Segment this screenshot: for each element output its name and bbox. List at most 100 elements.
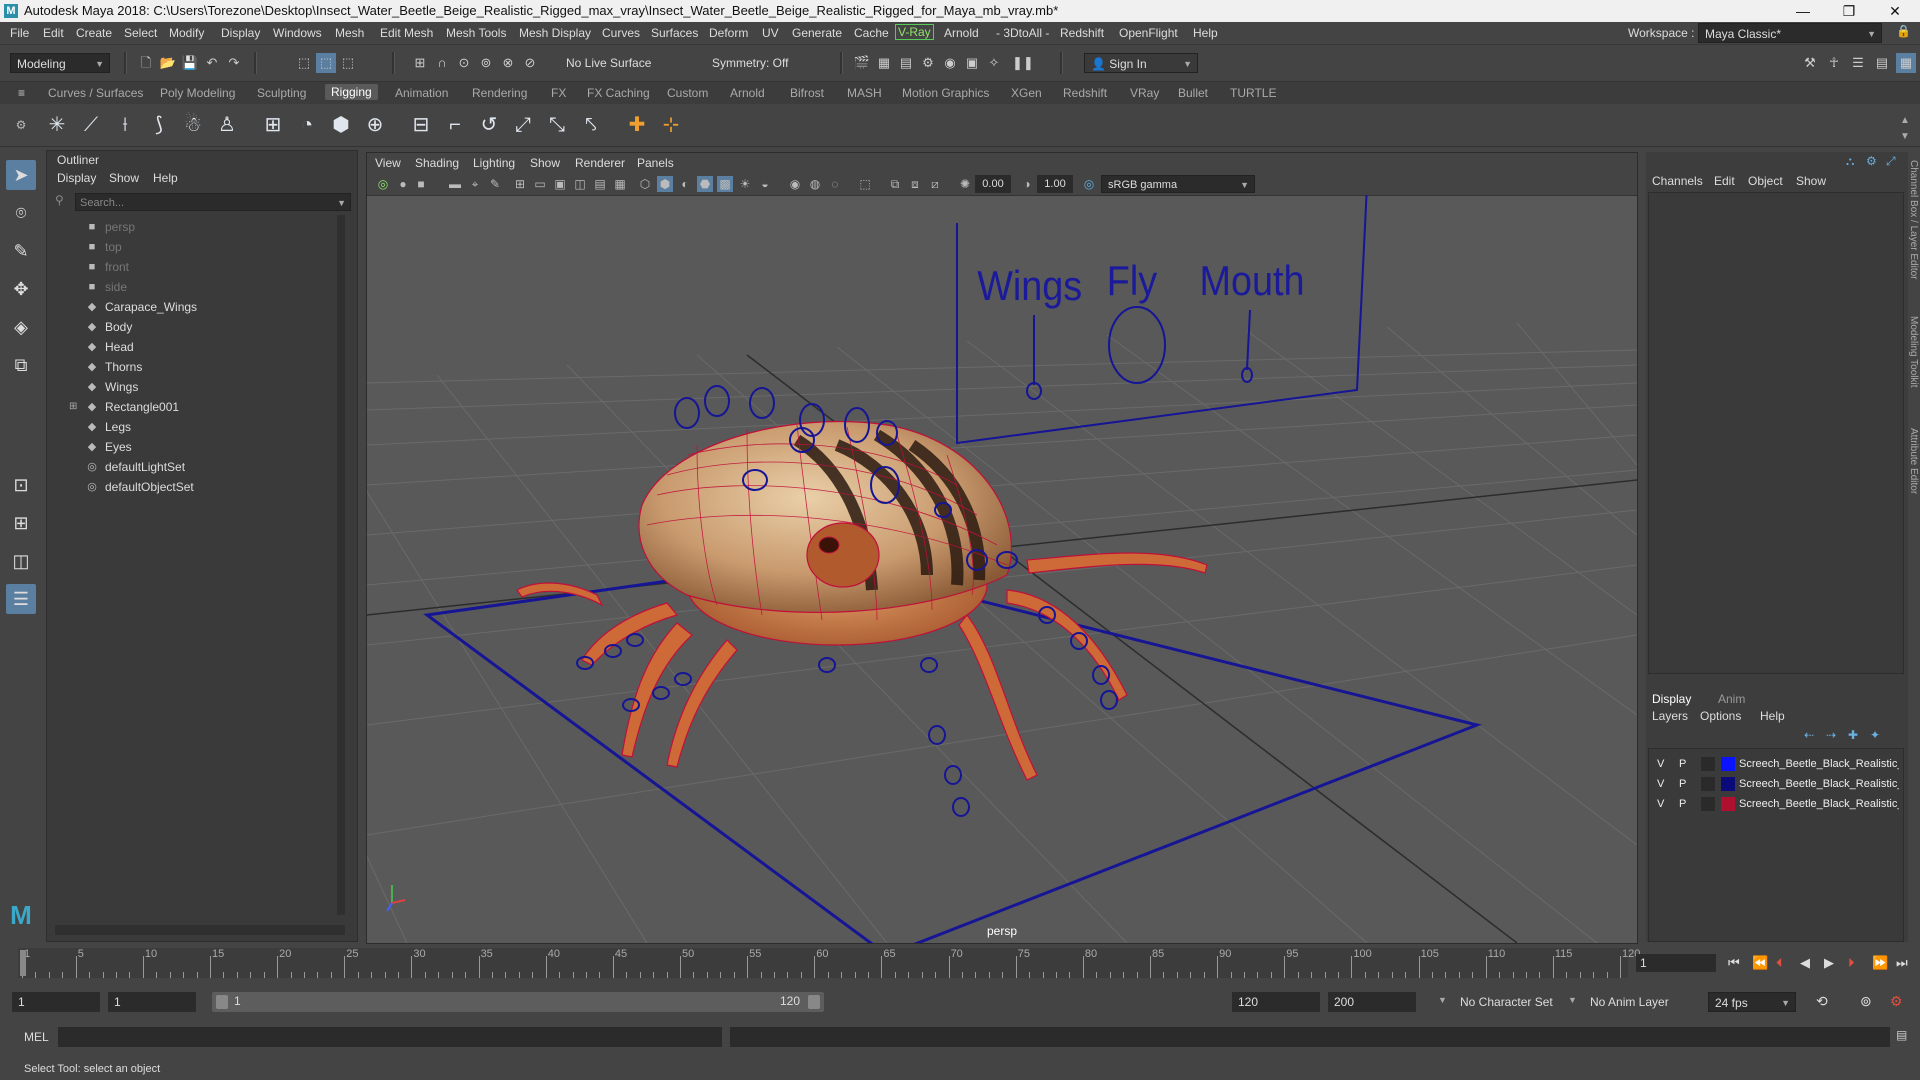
shelf-tab-vray[interactable]: VRay (1130, 86, 1159, 100)
layer-display-type-toggle[interactable] (1701, 797, 1715, 811)
modeling-toolkit-icon[interactable]: ⚒ (1800, 53, 1820, 73)
outliner-item[interactable]: ■ persp (47, 217, 347, 237)
render-frame-icon[interactable]: 🎬 (852, 53, 872, 73)
restore-button[interactable]: ❐ (1826, 0, 1872, 22)
outliner-search-input[interactable]: Search... ▼ (75, 193, 351, 211)
menu-arnold[interactable]: Arnold (944, 26, 979, 40)
menu-windows[interactable]: Windows (273, 26, 322, 40)
time-ruler[interactable]: 1 5 10 15 20 25 30 35 40 45 50 55 60 65 70 75 80 85 90 95 10… (18, 948, 1640, 978)
gamma-field[interactable]: 1.00 (1037, 175, 1073, 193)
attribute-editor-icon[interactable]: ☰ (1848, 53, 1868, 73)
hypershade-icon[interactable]: ◉ (940, 53, 960, 73)
outliner-menu-help[interactable]: Help (153, 171, 178, 185)
shadows-icon[interactable]: ◒ (757, 176, 773, 192)
viewport-menu-panels[interactable]: Panels (637, 156, 674, 170)
undo-icon[interactable]: ↶ (202, 53, 222, 73)
symmetry-dropdown[interactable]: Symmetry: Off (706, 53, 816, 73)
scale-tool-icon[interactable]: ⧉ (6, 350, 36, 380)
menu-cache[interactable]: Cache (854, 26, 889, 40)
xray-icon[interactable]: ◉ (787, 176, 803, 192)
animation-preferences-icon[interactable]: ⚙ (1890, 993, 1903, 1010)
field-chart-icon[interactable]: ▤ (592, 176, 608, 192)
move-layer-up-icon[interactable]: ⇠ (1804, 728, 1814, 742)
menu-file[interactable]: File (10, 26, 29, 40)
layer-display-type-toggle[interactable] (1701, 757, 1715, 771)
color-management-icon[interactable]: ◎ (1081, 176, 1097, 192)
film-gate-icon[interactable]: ▭ (532, 176, 548, 192)
joint-tool-icon[interactable]: ✳ (44, 112, 70, 138)
locator-offset-icon[interactable]: ⊹ (658, 112, 684, 138)
beetle-eye[interactable] (818, 536, 840, 554)
anti-aliasing-icon[interactable]: ⧄ (927, 176, 943, 192)
layer-visibility-toggle[interactable]: V (1657, 755, 1664, 773)
loop-icon[interactable]: ⟲ (1816, 993, 1828, 1010)
lattice-icon[interactable]: ⬢ (328, 112, 354, 138)
shelf-tab-rigging[interactable]: Rigging (325, 84, 378, 100)
menu-help[interactable]: Help (1193, 26, 1218, 40)
shelf-tab-rendering[interactable]: Rendering (472, 86, 527, 100)
outliner-item[interactable]: ■ top (47, 237, 347, 257)
ipr-render-icon[interactable]: ▤ (896, 53, 916, 73)
perspective-viewport[interactable]: View Shading Lighting Show Renderer Pane… (366, 152, 1638, 944)
cluster-icon[interactable]: ⊕ (362, 112, 388, 138)
locator-icon[interactable]: ✚ (624, 112, 650, 138)
snap-curve-icon[interactable]: ∩ (432, 53, 452, 73)
use-all-lights-icon[interactable]: ☀ (737, 176, 753, 192)
channel-box-icon[interactable]: ▦ (1896, 53, 1916, 73)
shelf-tab-fx[interactable]: FX (551, 86, 566, 100)
orient-constraint-icon[interactable]: ↺ (476, 112, 502, 138)
menu-create[interactable]: Create (76, 26, 112, 40)
character-controls-icon[interactable]: ☥ (1824, 53, 1844, 73)
outliner-menu-display[interactable]: Display (57, 171, 96, 185)
shelf-menu-icon[interactable]: ≡ (18, 86, 25, 100)
wireframe-on-shaded-icon[interactable]: ⬣ (697, 176, 713, 192)
select-component-icon[interactable]: ⬚ (338, 53, 358, 73)
pole-vector-icon[interactable]: ⤣ (578, 112, 604, 138)
close-button[interactable]: ✕ (1872, 0, 1918, 22)
select-object-icon[interactable]: ⬚ (316, 53, 336, 73)
shelf-tab-poly-modeling[interactable]: Poly Modeling (160, 86, 235, 100)
layer-menu-help[interactable]: Help (1760, 709, 1785, 723)
playback-start-field[interactable]: 1 (108, 992, 196, 1012)
menu-vray[interactable]: V-Ray (895, 24, 934, 40)
range-start-handle[interactable] (216, 995, 228, 1009)
outliner-item[interactable]: ◎ defaultObjectSet (47, 477, 347, 497)
display-layer-row[interactable]: V P Screech_Beetle_Black_Realistic_ (1653, 775, 1899, 793)
grease-pencil-icon[interactable]: ✎ (487, 176, 503, 192)
outliner-horizontal-scrollbar[interactable] (55, 925, 345, 935)
menu-edit[interactable]: Edit (43, 26, 64, 40)
outliner-item[interactable]: ◆ Head (47, 337, 347, 357)
menu-generate[interactable]: Generate (792, 26, 842, 40)
workspace-dropdown[interactable]: Maya Classic* ▼ (1698, 23, 1882, 43)
shelf-tab-turtle[interactable]: TURTLE (1230, 86, 1276, 100)
exposure-field[interactable]: 0.00 (975, 175, 1011, 193)
point-constraint-icon[interactable]: ⌐ (442, 112, 468, 138)
outliner-item[interactable]: ◆ Body (47, 317, 347, 337)
shelf-tab-animation[interactable]: Animation (395, 86, 448, 100)
scene-start-field[interactable]: 1 (12, 992, 100, 1012)
render-settings-icon[interactable]: ⚙ (918, 53, 938, 73)
script-editor-icon[interactable]: ▤ (1896, 1028, 1907, 1042)
range-bar[interactable]: 1 120 (212, 992, 824, 1012)
channel-box-icon[interactable]: ⛬ (1846, 154, 1854, 169)
chevron-down-icon[interactable]: ▼ (1568, 995, 1577, 1005)
move-tool-icon[interactable]: ✥ (6, 274, 36, 304)
outliner-item[interactable]: ◆ Wings (47, 377, 347, 397)
menu-openflight[interactable]: OpenFlight (1119, 26, 1178, 40)
shelf-tab-sculpting[interactable]: Sculpting (257, 86, 306, 100)
outliner-item[interactable]: ◆ Carapace_Wings (47, 297, 347, 317)
open-scene-icon[interactable]: 📂 (158, 53, 178, 73)
layer-tab-anim[interactable]: Anim (1718, 692, 1745, 706)
snap-live-icon[interactable]: ⊘ (520, 53, 540, 73)
menu-select[interactable]: Select (124, 26, 157, 40)
current-frame-field[interactable]: 1 (1636, 954, 1716, 972)
go-to-start-icon[interactable]: ⏮ (1728, 955, 1740, 971)
channels-menu-show[interactable]: Show (1796, 174, 1826, 188)
select-tool-icon[interactable]: ➤ (6, 160, 36, 190)
insert-joint-icon[interactable]: ⟆ (146, 112, 172, 138)
shelf-settings-icon[interactable]: ⚙ (8, 112, 34, 138)
lasso-tool-icon[interactable]: ⌾ (6, 198, 36, 228)
pause-icon[interactable]: ❚❚ (1012, 53, 1034, 73)
gate-mask-icon[interactable]: ◫ (572, 176, 588, 192)
wireframe-icon[interactable]: ⬡ (637, 176, 653, 192)
